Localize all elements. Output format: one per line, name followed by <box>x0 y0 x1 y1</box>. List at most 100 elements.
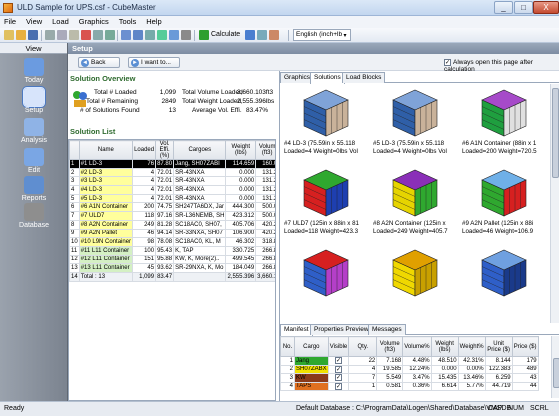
column-header[interactable]: Price ($) <box>511 336 539 357</box>
menu-view[interactable]: View <box>22 16 46 28</box>
column-header[interactable]: Visible <box>327 336 350 357</box>
sidebar-item-today[interactable]: Today <box>0 58 68 84</box>
solution-thumbnail[interactable] <box>371 244 459 323</box>
visible-checkbox[interactable]: ✓ <box>327 373 350 383</box>
menu-help[interactable]: Help <box>142 16 165 28</box>
report-icon[interactable] <box>169 30 179 40</box>
print-icon[interactable] <box>93 30 103 40</box>
column-header[interactable] <box>69 140 80 160</box>
menu-tools[interactable]: Tools <box>115 16 141 28</box>
sidebar-item-edit[interactable]: Edit <box>0 148 68 174</box>
cell-cargoes: SH247TA6DX, Jar <box>173 202 227 213</box>
new-icon[interactable] <box>4 30 14 40</box>
units-select[interactable]: English (inch+lb ▾ <box>293 29 351 41</box>
table-row[interactable]: 8 #8 A2N Container 249 81.28 SC18AC0, SH07, 4… <box>69 219 275 230</box>
analysis-icon[interactable] <box>145 30 155 40</box>
table-row[interactable]: 1 Jang ✓ 22 7.168 4.48% 48.510 42.31% 8.144 179 <box>280 356 539 366</box>
sidebar-item-reports[interactable]: Reports <box>0 176 68 202</box>
unit-icon[interactable] <box>257 30 267 40</box>
column-header[interactable]: Name <box>78 140 134 160</box>
open-icon[interactable] <box>16 30 26 40</box>
solution-thumbnail[interactable]: #6 A1N Container (88in x 1 Loaded=200 Wei… <box>460 84 548 163</box>
tab-graphics[interactable]: Graphics <box>280 72 315 83</box>
tab-manifest[interactable]: Manifest <box>280 324 313 336</box>
column-header[interactable]: Weight% <box>457 336 486 357</box>
grid-scrollbar[interactable] <box>550 84 559 323</box>
solution-thumbnail[interactable]: #9 A2N Pallet (125in x 88i Loaded=46 Weig… <box>460 164 548 243</box>
sidebar-item-analysis[interactable]: Analysis <box>0 118 68 144</box>
column-header[interactable]: Unit Price ($) <box>484 336 513 357</box>
table-row[interactable]: 3 KW ✓ 7 5.549 3.47% 15.435 13.46% 6.259 43 <box>280 373 539 383</box>
table-row[interactable]: 14 Total : 13 1,099 83.47 2,555.396 3,660.1 <box>69 271 275 282</box>
column-header[interactable]: Volume% <box>402 336 432 357</box>
table-row[interactable]: 2 SH07ZABX ✓ 4 19.585 12.24% 0.000 0.00% 122.383… <box>280 364 539 374</box>
sidebar-item-database[interactable]: Database <box>0 203 68 229</box>
paste-icon[interactable] <box>69 30 79 40</box>
setup-icon[interactable] <box>133 30 143 40</box>
column-header[interactable]: Weight (lbs) <box>430 336 459 357</box>
table-row[interactable]: 1 #1 LD-3 76 87.80 Jang, SH07ZABI 114.659 160.… <box>69 159 275 169</box>
table-row[interactable]: 9 #9 A2N Pallet 46 94.14 SR-33NXA, SH07 106.9… <box>69 228 275 239</box>
table-row[interactable]: 7 #7 ULD7 118 97.16 SR-L36NEMB, SH 423.312 500… <box>69 211 275 221</box>
table-row[interactable]: 11 #11 L11 Container 100 95.43 K, TAP 330.725… <box>69 245 275 256</box>
maximize-button[interactable]: □ <box>514 1 533 14</box>
edit-icon[interactable] <box>157 30 167 40</box>
column-header[interactable]: Volume (ft3) <box>376 336 404 357</box>
help-icon[interactable] <box>269 30 279 40</box>
solution-thumbnail[interactable]: #5 LD-3 (75.59in x 55.118 Loaded=4 Weight… <box>371 84 459 163</box>
table-row[interactable]: 6 #6 A1N Container 200 74.75 SH247TA6DX, Jar… <box>69 202 275 213</box>
graphics-icon[interactable] <box>245 30 255 40</box>
table-row[interactable]: 10 #10 L9N Container 98 78.08 SC18AC0, KL, M… <box>69 237 275 247</box>
column-header[interactable]: Volum (ft3) <box>255 140 275 160</box>
database-icon[interactable] <box>181 30 191 40</box>
table-row[interactable]: 3 #3 LD-3 4 72.01 SR-43NXA 0.000 131.2 <box>69 176 275 187</box>
tab-messages[interactable]: Messages <box>368 324 406 335</box>
table-row[interactable]: 4 TAPS ✓ 1 0.581 0.36% 6.614 5.77% 44.719 44 <box>280 381 539 391</box>
sidebar-item-setup[interactable]: Setup <box>0 87 68 114</box>
calculate-icon[interactable] <box>199 30 209 40</box>
tab-load-blocks[interactable]: Load Blocks <box>342 72 386 83</box>
table-row[interactable]: 2 #2 LD-3 4 72.01 SR-43NXA 0.000 131.2 <box>69 167 275 178</box>
cell-no: 7 <box>69 211 80 221</box>
view-icon[interactable] <box>121 30 131 40</box>
copy-icon[interactable] <box>57 30 67 40</box>
table-row[interactable]: 4 #4 LD-3 4 72.01 SR-43NXA 0.000 131.2 <box>69 185 275 195</box>
column-header[interactable]: Cargo <box>294 336 329 357</box>
column-header[interactable]: Qty. <box>348 336 378 357</box>
tab-properties-preview[interactable]: Properties Preview <box>310 324 373 335</box>
visible-checkbox[interactable]: ✓ <box>327 364 350 374</box>
table-row[interactable]: 13 #13 L11 Container 45 93.62 SR-29NXA, K, M… <box>69 263 275 273</box>
menu-graphics[interactable]: Graphics <box>75 16 113 28</box>
visible-checkbox[interactable]: ✓ <box>327 356 350 366</box>
visible-checkbox[interactable]: ✓ <box>327 381 350 391</box>
calculate-button[interactable]: Calculate <box>211 31 240 38</box>
back-button[interactable]: ◄ Back <box>78 57 120 68</box>
menu-file[interactable]: File <box>0 16 20 28</box>
cut-icon[interactable] <box>45 30 55 40</box>
tab-solutions[interactable]: Solutions <box>310 72 345 84</box>
minimize-button[interactable]: _ <box>494 1 513 14</box>
preview-icon[interactable] <box>105 30 115 40</box>
save-icon[interactable] <box>28 30 38 40</box>
manifest-scrollbar[interactable] <box>551 336 559 398</box>
menu-load[interactable]: Load <box>48 16 73 28</box>
close-button[interactable]: X <box>533 1 559 14</box>
scrollbar-thumb[interactable] <box>553 358 559 388</box>
solution-thumbnail[interactable] <box>282 244 370 323</box>
delete-icon[interactable] <box>81 30 91 40</box>
column-header[interactable]: Weight (lbs) <box>225 140 257 160</box>
solution-thumbnail[interactable]: #7 ULD7 (125in x 88in x 81 Loaded=118 Wei… <box>282 164 370 243</box>
solution-thumbnail[interactable]: #4 LD-3 (75.59in x 55.118 Loaded=4 Weight… <box>282 84 370 163</box>
cell-no: 3 <box>69 176 80 187</box>
column-header[interactable]: Cargoes <box>173 140 227 160</box>
column-header[interactable]: Loaded <box>132 140 157 160</box>
table-row[interactable]: 12 #12 L11 Container 151 95.88 KW, K, More(2… <box>69 254 275 265</box>
cell-vol: 97.16 <box>155 211 175 221</box>
scrollbar-thumb[interactable] <box>552 88 559 178</box>
column-header[interactable]: No. <box>280 336 295 357</box>
column-header[interactable]: Vol. Effi. (%) <box>155 140 175 160</box>
table-row[interactable]: 5 #5 LD-3 4 72.01 SR-43NXA 0.000 131.2 <box>69 193 275 204</box>
i-want-to-button[interactable]: ► I want to... <box>128 57 180 68</box>
solution-thumbnail[interactable] <box>460 244 548 323</box>
solution-thumbnail[interactable]: #8 A2N Container (125in x Loaded=249 Weig… <box>371 164 459 243</box>
